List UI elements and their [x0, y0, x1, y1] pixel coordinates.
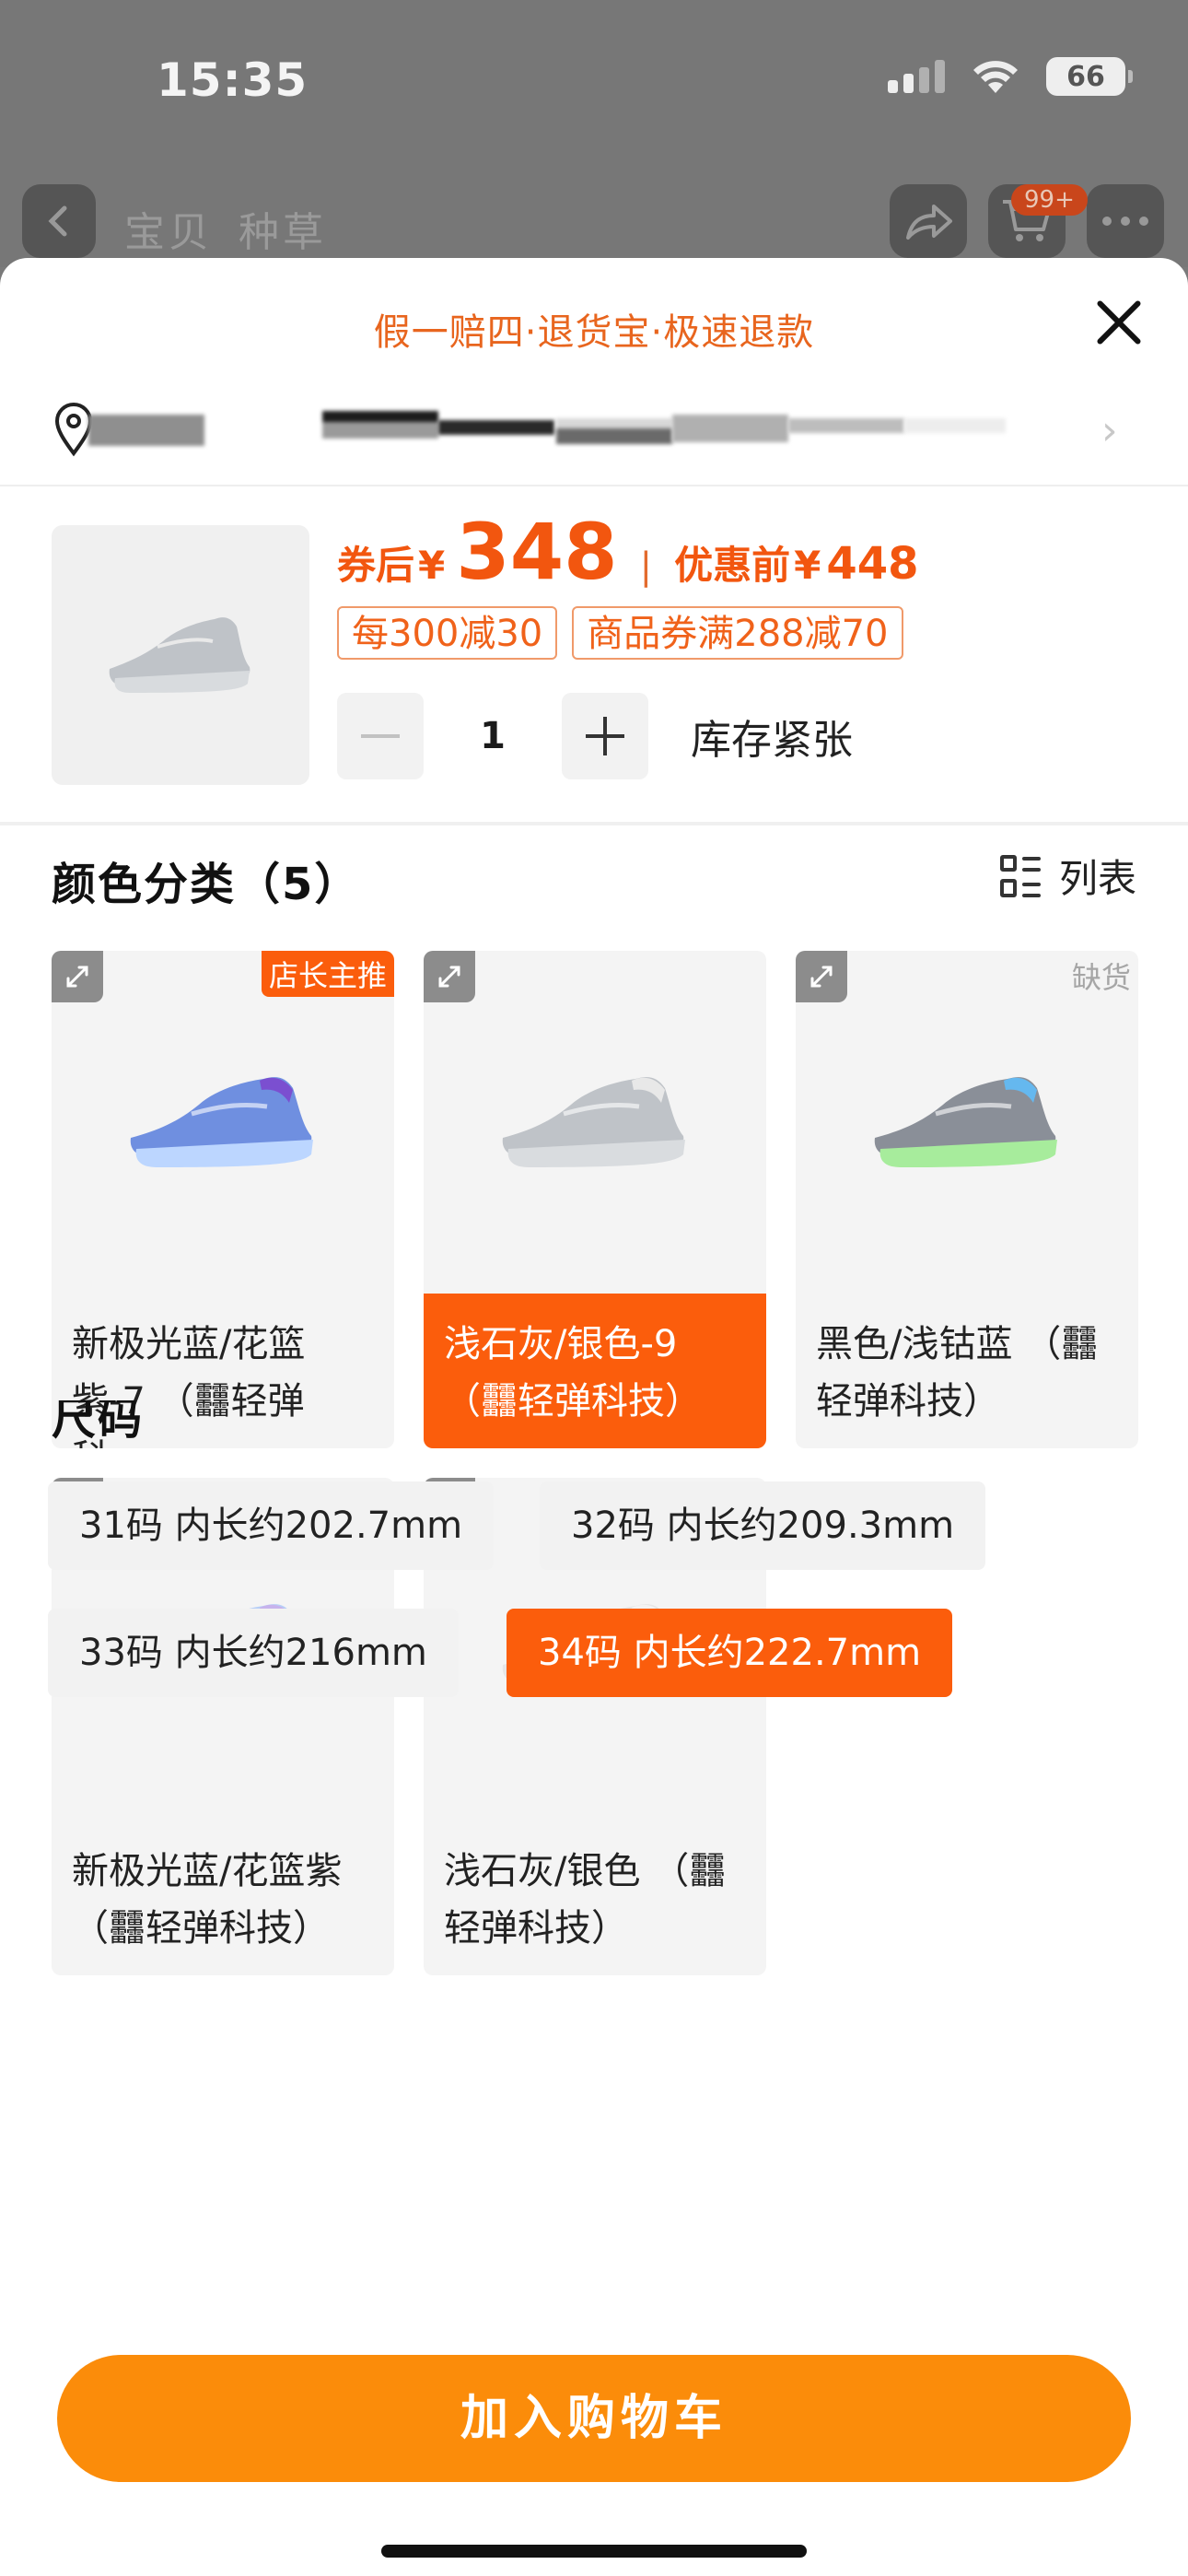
guarantee-banner: 假一赔四·退货宝·极速退款: [373, 311, 815, 354]
battery-icon: 66: [1046, 57, 1133, 96]
currency-symbol: ¥: [418, 543, 446, 588]
expand-icon[interactable]: [424, 951, 475, 1002]
address-row[interactable]: ›: [0, 378, 1188, 488]
address-redacted: [88, 415, 204, 446]
recommended-badge: 店长主推: [261, 951, 394, 997]
color-section-title: 颜色分类（5）: [52, 859, 361, 910]
tab-seeding[interactable]: 种草: [239, 209, 327, 256]
price-before-label: 优惠前: [674, 543, 791, 588]
divider: [0, 822, 1188, 825]
product-thumbnail[interactable]: [52, 525, 309, 785]
size-option-34[interactable]: 34码 内长约222.7mm: [507, 1609, 953, 1697]
divider: [0, 485, 1188, 486]
color-option-card[interactable]: 缺货 黑色/浅钴蓝 （䨻轻弹科技）: [796, 951, 1138, 1448]
list-view-icon: [1000, 854, 1041, 897]
more-icon[interactable]: [1087, 184, 1164, 258]
size-option-32[interactable]: 32码 内长约209.3mm: [540, 1481, 986, 1570]
background-page: 15:35 66 宝贝 种草 99+: [0, 0, 1188, 267]
size-option-31[interactable]: 31码 内长约202.7mm: [48, 1481, 495, 1570]
address-redacted: [672, 415, 788, 442]
cell-signal-icon: [888, 60, 945, 93]
wifi-icon: [971, 58, 1020, 95]
coupon-list: 每300减30 商品券满288减70: [337, 606, 903, 660]
chevron-right-icon: ›: [1101, 407, 1118, 454]
status-icons: 66: [888, 57, 1133, 96]
coupon-badge: 商品券满288减70: [572, 606, 903, 660]
background-tabs: 宝贝 种草: [124, 199, 353, 258]
minus-icon: [361, 734, 400, 738]
add-to-cart-button[interactable]: 加入购物车: [57, 2355, 1131, 2482]
bottom-bar: 加入购物车: [0, 2316, 1188, 2576]
plus-icon: [603, 717, 607, 755]
close-icon[interactable]: [1090, 293, 1149, 352]
address-redacted: [788, 418, 904, 433]
price-row: 券后 ¥ 348 | 优惠前 ¥ 448: [337, 507, 919, 597]
back-icon[interactable]: [22, 184, 96, 258]
stock-status: 库存紧张: [691, 717, 853, 764]
address-redacted: [322, 411, 438, 439]
quantity-value[interactable]: 1: [424, 715, 562, 757]
increase-button[interactable]: [562, 693, 648, 779]
expand-icon[interactable]: [796, 951, 847, 1002]
price-after-label: 券后: [337, 543, 415, 588]
sku-sheet: 假一赔四·退货宝·极速退款 › 券后 ¥ 348 | 优惠前 ¥ 448 每30…: [0, 258, 1188, 2576]
color-option-card[interactable]: 浅石灰/银色-9（䨻轻弹科技）: [424, 951, 766, 1448]
address-redacted: [556, 418, 672, 444]
currency-symbol: ¥: [794, 543, 821, 588]
home-indicator: [381, 2545, 807, 2558]
size-option-33[interactable]: 33码 内长约216mm: [48, 1609, 459, 1697]
list-view-label: 列表: [1059, 856, 1137, 901]
size-section-title: 尺码: [52, 1400, 145, 1445]
expand-icon[interactable]: [52, 951, 103, 1002]
address-redacted: [904, 418, 1006, 433]
quantity-stepper: 1 库存紧张: [337, 693, 853, 779]
address-redacted: [438, 420, 554, 435]
background-nav: 宝贝 种草: [0, 184, 1188, 258]
price-after-coupon: 348: [456, 507, 618, 597]
price-before-discount: 448: [826, 538, 919, 590]
decrease-button[interactable]: [337, 693, 424, 779]
share-icon[interactable]: [890, 184, 967, 258]
cart-badge: 99+: [1011, 184, 1088, 216]
color-option-card[interactable]: 店长主推新极光蓝/花篮紫-7 （䨻轻弹科…: [52, 951, 394, 1448]
price-separator: |: [639, 545, 653, 588]
out-of-stock-badge: 缺货: [1071, 960, 1131, 995]
tab-item[interactable]: 宝贝: [124, 209, 213, 256]
status-time: 15:35: [157, 53, 309, 107]
coupon-badge: 每300减30: [337, 606, 558, 660]
list-view-toggle[interactable]: 列表: [1000, 848, 1136, 904]
